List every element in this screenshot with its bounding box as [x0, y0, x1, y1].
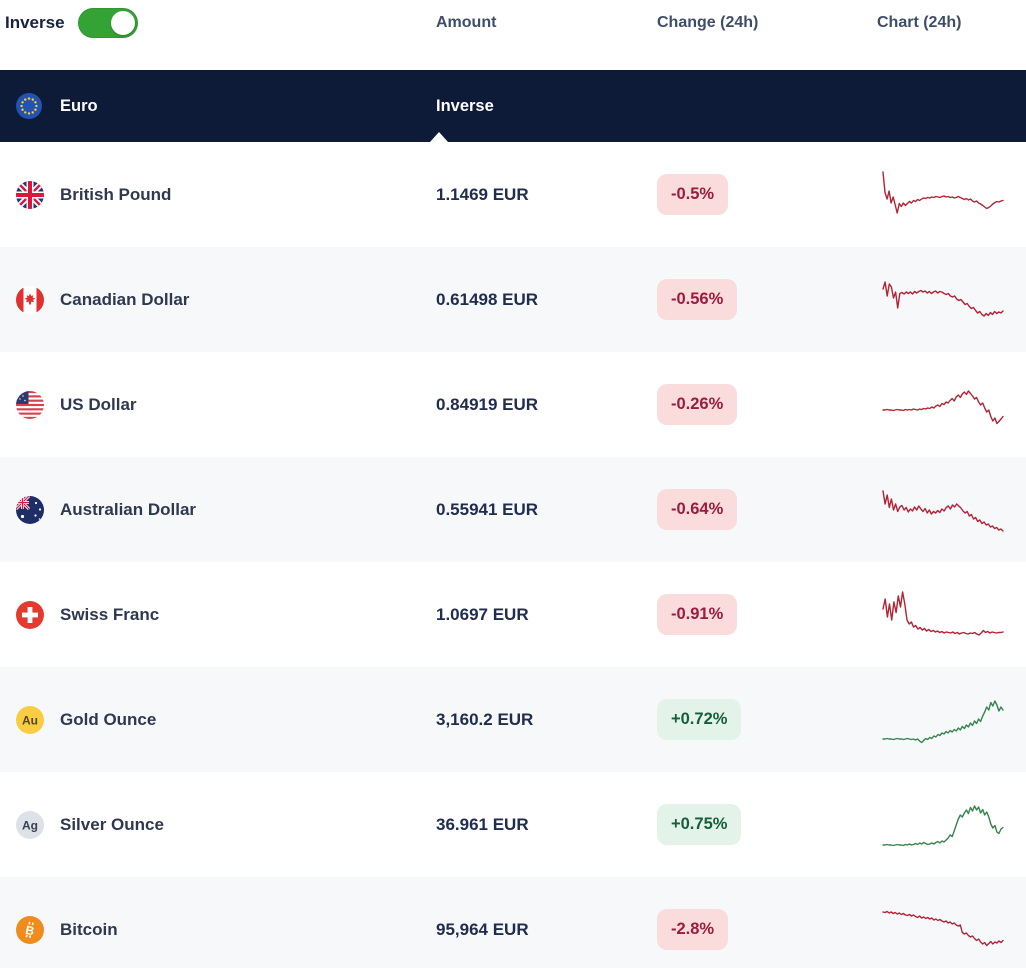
- group-currency-name: Euro: [60, 97, 98, 116]
- currency-rates-page: Inverse Amount Change (24h) Chart (24h) …: [0, 0, 1026, 968]
- sparkline-chart: [877, 587, 1026, 643]
- toggle-knob-icon: [111, 11, 135, 35]
- change-badge: -0.91%: [657, 594, 737, 635]
- group-header-euro[interactable]: Euro Inverse: [0, 70, 1026, 142]
- currency-cell: B Bitcoin: [0, 916, 436, 944]
- svg-text:Ag: Ag: [22, 818, 38, 832]
- currency-name: Gold Ounce: [60, 710, 156, 730]
- sparkline-chart: [877, 482, 1026, 538]
- change-cell: -0.26%: [657, 384, 877, 425]
- currency-name: Silver Ounce: [60, 815, 164, 835]
- amount-value: 0.84919 EUR: [436, 395, 657, 415]
- inverse-toggle[interactable]: [78, 8, 138, 38]
- ch-flag-icon: [16, 601, 44, 629]
- amount-value: 1.1469 EUR: [436, 185, 657, 205]
- table-row[interactable]: B Bitcoin 95,964 EUR-2.8%: [0, 877, 1026, 968]
- column-header-chart: Chart (24h): [877, 8, 1026, 38]
- currency-name: Canadian Dollar: [60, 290, 189, 310]
- ca-flag-icon: [16, 286, 44, 314]
- change-badge: +0.72%: [657, 699, 741, 740]
- table-row[interactable]: Canadian Dollar 0.61498 EUR-0.56%: [0, 247, 1026, 352]
- column-header-change: Change (24h): [657, 8, 877, 38]
- bitcoin-icon: B: [16, 916, 44, 944]
- currency-cell: Swiss Franc: [0, 601, 436, 629]
- currency-cell: Au Gold Ounce: [0, 706, 436, 734]
- inverse-toggle-label: Inverse: [5, 8, 65, 38]
- table-row[interactable]: Australian Dollar 0.55941 EUR-0.64%: [0, 457, 1026, 562]
- change-cell: -0.64%: [657, 489, 877, 530]
- column-header-amount: Amount: [436, 8, 657, 38]
- gold-icon: Au: [16, 706, 44, 734]
- sparkline-chart: [877, 797, 1026, 853]
- change-cell: +0.75%: [657, 804, 877, 845]
- change-badge: -0.5%: [657, 174, 728, 215]
- sparkline-chart: [877, 692, 1026, 748]
- amount-value: 0.55941 EUR: [436, 500, 657, 520]
- currency-name: British Pound: [60, 185, 171, 205]
- currency-name: Australian Dollar: [60, 500, 196, 520]
- currency-cell: Canadian Dollar: [0, 286, 436, 314]
- amount-value: 95,964 EUR: [436, 920, 657, 940]
- change-cell: -0.91%: [657, 594, 877, 635]
- amount-value: 0.61498 EUR: [436, 290, 657, 310]
- amount-value: 1.0697 EUR: [436, 605, 657, 625]
- change-badge: -0.64%: [657, 489, 737, 530]
- currency-cell: British Pound: [0, 181, 436, 209]
- change-badge: -0.26%: [657, 384, 737, 425]
- sparkline-chart: [877, 272, 1026, 328]
- sparkline-chart: [877, 167, 1026, 223]
- currency-cell: Ag Silver Ounce: [0, 811, 436, 839]
- gb-flag-icon: [16, 181, 44, 209]
- silver-icon: Ag: [16, 811, 44, 839]
- table-header-bar: Inverse Amount Change (24h) Chart (24h): [0, 0, 1026, 70]
- sparkline-chart: [877, 377, 1026, 433]
- change-cell: -2.8%: [657, 909, 877, 950]
- table-row[interactable]: US Dollar 0.84919 EUR-0.26%: [0, 352, 1026, 457]
- caret-up-icon: [430, 132, 448, 142]
- table-row[interactable]: Swiss Franc 1.0697 EUR-0.91%: [0, 562, 1026, 667]
- currency-name: US Dollar: [60, 395, 137, 415]
- table-row[interactable]: British Pound 1.1469 EUR-0.5%: [0, 142, 1026, 247]
- change-badge: -0.56%: [657, 279, 737, 320]
- change-badge: -2.8%: [657, 909, 728, 950]
- change-cell: +0.72%: [657, 699, 877, 740]
- group-header-currency: Euro: [0, 93, 436, 119]
- rates-table-body: British Pound 1.1469 EUR-0.5% Canadian Do…: [0, 142, 1026, 968]
- table-row[interactable]: Ag Silver Ounce 36.961 EUR+0.75%: [0, 772, 1026, 877]
- change-cell: -0.5%: [657, 174, 877, 215]
- currency-cell: US Dollar: [0, 391, 436, 419]
- svg-text:Au: Au: [22, 713, 38, 727]
- amount-value: 36.961 EUR: [436, 815, 657, 835]
- table-row[interactable]: Au Gold Ounce 3,160.2 EUR+0.72%: [0, 667, 1026, 772]
- currency-cell: Australian Dollar: [0, 496, 436, 524]
- au-flag-icon: [16, 496, 44, 524]
- change-badge: +0.75%: [657, 804, 741, 845]
- us-flag-icon: [16, 391, 44, 419]
- inverse-toggle-group: Inverse: [0, 8, 436, 38]
- sparkline-chart: [877, 902, 1026, 958]
- amount-value: 3,160.2 EUR: [436, 710, 657, 730]
- change-cell: -0.56%: [657, 279, 877, 320]
- currency-name: Bitcoin: [60, 920, 118, 940]
- currency-name: Swiss Franc: [60, 605, 159, 625]
- group-header-inverse-label: Inverse: [436, 97, 657, 116]
- eu-flag-icon: [16, 93, 42, 119]
